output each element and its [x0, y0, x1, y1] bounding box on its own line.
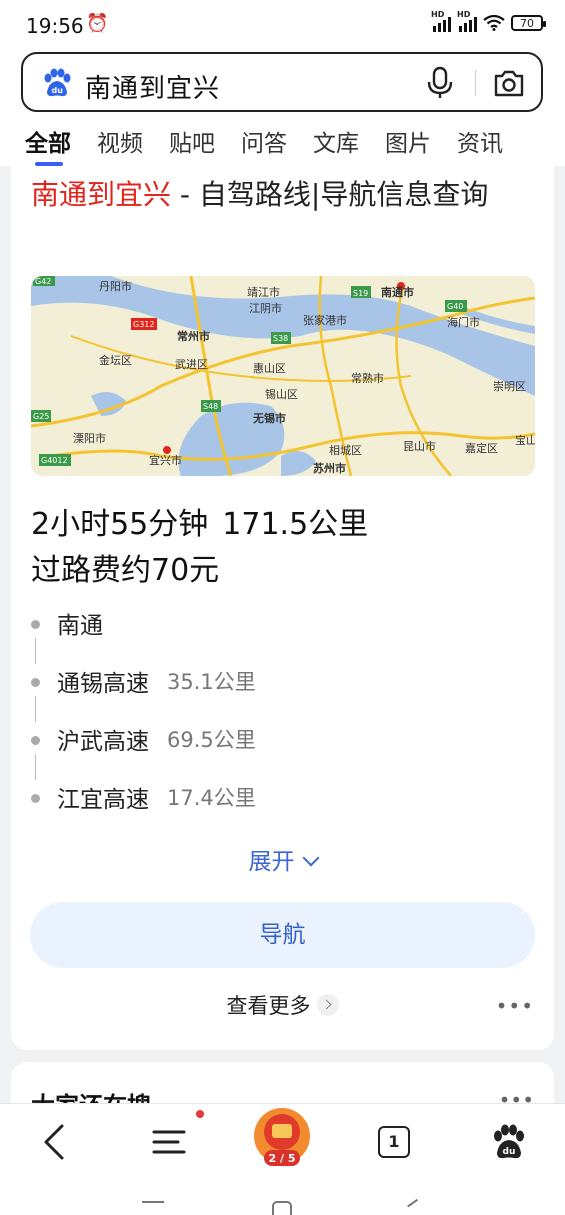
map-label: 无锡市 — [252, 411, 286, 425]
map-label: 崇明区 — [493, 380, 526, 393]
step-dot — [31, 736, 40, 745]
route-result-card: 南通到宜兴 - 自驾路线|导航信息查询 丹阳市 靖江市 江阴市 南通市 张家港市… — [11, 166, 554, 1050]
map-label: 溧阳市 — [73, 431, 106, 445]
step-distance: 69.5公里 — [167, 728, 256, 752]
chevron-right-icon — [316, 994, 339, 1016]
menu-icon[interactable] — [152, 1122, 186, 1162]
route-summary: 2小时55分钟 171.5公里 过路费约70元 — [31, 502, 382, 594]
list-item: 江宜高速 17.4公里 — [31, 780, 531, 838]
step-dot — [31, 794, 40, 803]
divider — [475, 70, 476, 96]
search-tabs: 全部 视频 贴吧 问答 文库 图片 资讯 — [0, 124, 565, 166]
tab-qa[interactable]: 问答 — [241, 124, 287, 164]
tab-news[interactable]: 资讯 — [457, 124, 503, 164]
route-distance: 171.5公里 — [222, 507, 369, 542]
tab-images[interactable]: 图片 — [385, 124, 431, 164]
more-options-icon[interactable]: ••• — [496, 994, 534, 1018]
svg-text:G42: G42 — [35, 277, 51, 286]
step-name: 江宜高速 — [57, 787, 149, 813]
step-line — [35, 754, 36, 780]
step-line — [35, 638, 36, 664]
system-back-icon[interactable] — [407, 1198, 425, 1215]
step-distance: 35.1公里 — [167, 670, 256, 694]
map-label: 锡山区 — [265, 387, 298, 401]
step-distance: 17.4公里 — [167, 786, 256, 810]
map-label: 常熟市 — [351, 371, 384, 385]
search-input[interactable]: du 南通到宜兴 — [21, 52, 543, 112]
status-time: 19:56 — [26, 14, 84, 38]
home-icon[interactable] — [272, 1201, 292, 1215]
tab-wenku[interactable]: 文库 — [313, 124, 359, 164]
status-icons: HD HD 70 — [431, 10, 546, 32]
step-dot — [31, 678, 40, 687]
map-label: 张家港市 — [303, 313, 347, 327]
result-title[interactable]: 南通到宜兴 - 自驾路线|导航信息查询 — [31, 174, 531, 216]
tab-video[interactable]: 视频 — [97, 124, 143, 164]
lottery-icon[interactable]: 2 / 5 — [252, 1104, 312, 1170]
map-label: 常州市 — [177, 329, 210, 343]
svg-text:G25: G25 — [33, 412, 49, 421]
search-header: du 南通到宜兴 全部 视频 贴吧 问答 文库 图片 资讯 — [0, 52, 565, 166]
alarm-icon: ⏰ — [86, 13, 109, 34]
svg-text:G40: G40 — [447, 302, 463, 311]
map-label: 宜兴市 — [149, 453, 182, 467]
notification-dot — [196, 1110, 204, 1118]
camera-icon[interactable] — [493, 68, 525, 98]
svg-text:du: du — [503, 1147, 516, 1157]
microphone-icon[interactable] — [425, 66, 455, 100]
map-label: 嘉定区 — [465, 441, 498, 455]
bottom-nav: 2 / 5 1 du — [0, 1103, 565, 1181]
list-item: 沪武高速 69.5公里 — [31, 722, 531, 780]
svg-text:2 / 5: 2 / 5 — [269, 1152, 296, 1165]
system-nav-bar — [0, 1181, 565, 1215]
back-icon[interactable] — [40, 1122, 66, 1162]
map-label: 相城区 — [329, 444, 362, 457]
svg-text:S19: S19 — [353, 289, 368, 298]
recent-apps-icon[interactable] — [142, 1201, 164, 1215]
step-name: 沪武高速 — [57, 729, 149, 755]
step-dot — [31, 620, 40, 629]
route-toll: 过路费约70元 — [31, 553, 220, 588]
step-name: 通锡高速 — [57, 671, 149, 697]
map-label: 丹阳市 — [99, 279, 132, 293]
list-item: 南通 — [31, 606, 531, 664]
search-query-text: 南通到宜兴 — [85, 74, 221, 104]
signal-icon: HD — [431, 10, 451, 32]
view-more-link[interactable]: 查看更多 — [11, 990, 554, 1020]
route-duration: 2小时55分钟 — [31, 507, 209, 542]
wifi-icon — [483, 15, 505, 31]
svg-text:S48: S48 — [203, 402, 218, 411]
expand-button[interactable]: 展开 — [11, 842, 554, 876]
svg-text:G4012: G4012 — [41, 456, 68, 465]
baidu-paw-icon: du — [44, 68, 71, 97]
map-label: 宝山 — [515, 433, 535, 447]
tab-tieba[interactable]: 贴吧 — [169, 124, 215, 164]
signal-icon-2: HD — [457, 10, 477, 32]
step-line — [35, 696, 36, 722]
tab-all[interactable]: 全部 — [25, 124, 71, 166]
map-label: 南通市 — [381, 285, 414, 299]
chevron-down-icon — [302, 849, 319, 867]
battery-icon: 70 — [511, 15, 546, 31]
map-label: 苏州市 — [313, 461, 346, 475]
svg-text:G312: G312 — [133, 320, 154, 329]
step-name: 南通 — [57, 613, 103, 639]
map-label: 昆山市 — [403, 439, 436, 453]
baidu-home-icon[interactable]: du — [490, 1124, 528, 1160]
list-item: 通锡高速 35.1公里 — [31, 664, 531, 722]
navigate-button[interactable]: 导航 — [30, 902, 535, 968]
svg-text:du: du — [52, 86, 64, 95]
status-bar: 19:56 ⏰ HD HD 70 — [0, 0, 565, 52]
map-label: 金坛区 — [99, 353, 132, 367]
map-label: 惠山区 — [253, 361, 286, 375]
map-label: 武进区 — [175, 358, 208, 371]
map-label: 江阴市 — [249, 301, 282, 315]
svg-text:S38: S38 — [273, 334, 288, 343]
tab-count-button[interactable]: 1 — [378, 1126, 410, 1158]
route-map[interactable]: 丹阳市 靖江市 江阴市 南通市 张家港市 海门市 常州市 武进区 金坛区 惠山区… — [31, 276, 535, 476]
map-label: 靖江市 — [247, 285, 280, 299]
map-label: 海门市 — [447, 315, 480, 329]
route-steps: 南通 通锡高速 35.1公里 沪武高速 69.5公里 江宜高速 17.4公里 — [31, 606, 531, 838]
